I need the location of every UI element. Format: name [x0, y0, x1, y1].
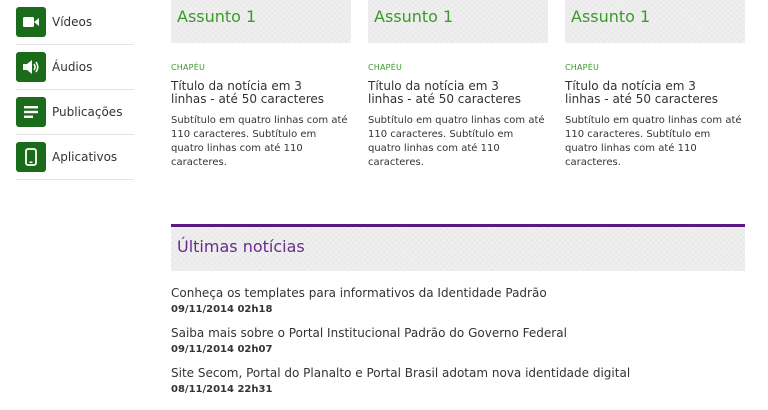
sidebar-item-label: Publicações — [52, 105, 123, 119]
news-card[interactable]: Assunto 1 CHAPÉU Título da notícia em 3 … — [368, 0, 548, 170]
card-subject[interactable]: Assunto 1 — [374, 0, 548, 26]
latest-news: Últimas notícias Conheça os templates pa… — [171, 224, 745, 406]
card-tag: CHAPÉU — [368, 63, 403, 72]
news-date: 09/11/2014 02h07 — [171, 344, 273, 355]
latest-news-header: Últimas notícias — [171, 224, 745, 271]
publications-icon — [16, 97, 46, 127]
list-item[interactable]: Site Secom, Portal do Planalto e Portal … — [171, 366, 745, 396]
card-title[interactable]: Título da notícia em 3 linhas - até 50 c… — [565, 80, 735, 106]
card-subtitle: Subtítulo em quatro linhas com até 110 c… — [368, 115, 545, 168]
sidebar-item-publications[interactable]: Publicações — [16, 90, 134, 135]
latest-news-list: Conheça os templates para informativos d… — [171, 286, 745, 396]
card-title[interactable]: Título da notícia em 3 linhas - até 50 c… — [171, 80, 341, 106]
card-title[interactable]: Título da notícia em 3 linhas - até 50 c… — [368, 80, 538, 106]
sidebar-item-apps[interactable]: Aplicativos — [16, 135, 134, 180]
news-headline-link[interactable]: Saiba mais sobre o Portal Institucional … — [171, 326, 745, 340]
sidebar-item-label: Aplicativos — [52, 150, 118, 164]
news-card[interactable]: Assunto 1 CHAPÉU Título da notícia em 3 … — [565, 0, 745, 170]
card-subtitle: Subtítulo em quatro linhas com até 110 c… — [565, 115, 742, 168]
card-subject[interactable]: Assunto 1 — [571, 0, 745, 26]
news-date: 09/11/2014 02h18 — [171, 304, 273, 315]
news-card[interactable]: Assunto 1 CHAPÉU Título da notícia em 3 … — [171, 0, 351, 170]
card-header: Assunto 1 — [565, 0, 745, 43]
card-subtitle: Subtítulo em quatro linhas com até 110 c… — [171, 115, 348, 168]
latest-news-title: Últimas notícias — [177, 237, 305, 256]
audio-icon — [16, 52, 46, 82]
sidebar-item-audios[interactable]: Áudios — [16, 45, 134, 90]
sidebar-item-label: Vídeos — [52, 15, 93, 29]
list-item[interactable]: Conheça os templates para informativos d… — [171, 286, 745, 316]
card-tag: CHAPÉU — [171, 63, 206, 72]
news-headline-link[interactable]: Site Secom, Portal do Planalto e Portal … — [171, 366, 745, 380]
card-subject[interactable]: Assunto 1 — [177, 0, 351, 26]
sidebar-item-label: Áudios — [52, 60, 93, 74]
card-header: Assunto 1 — [171, 0, 351, 43]
sidebar: Vídeos Áudios Publicações Aplicativos — [16, 0, 134, 180]
card-header: Assunto 1 — [368, 0, 548, 43]
sidebar-item-videos[interactable]: Vídeos — [16, 0, 134, 45]
page: Vídeos Áudios Publicações Aplicativos As… — [0, 0, 768, 410]
news-headline-link[interactable]: Conheça os templates para informativos d… — [171, 286, 745, 300]
video-icon — [16, 7, 46, 37]
news-date: 08/11/2014 22h31 — [171, 384, 273, 395]
smartphone-icon — [16, 142, 46, 172]
list-item[interactable]: Saiba mais sobre o Portal Institucional … — [171, 326, 745, 356]
card-tag: CHAPÉU — [565, 63, 600, 72]
